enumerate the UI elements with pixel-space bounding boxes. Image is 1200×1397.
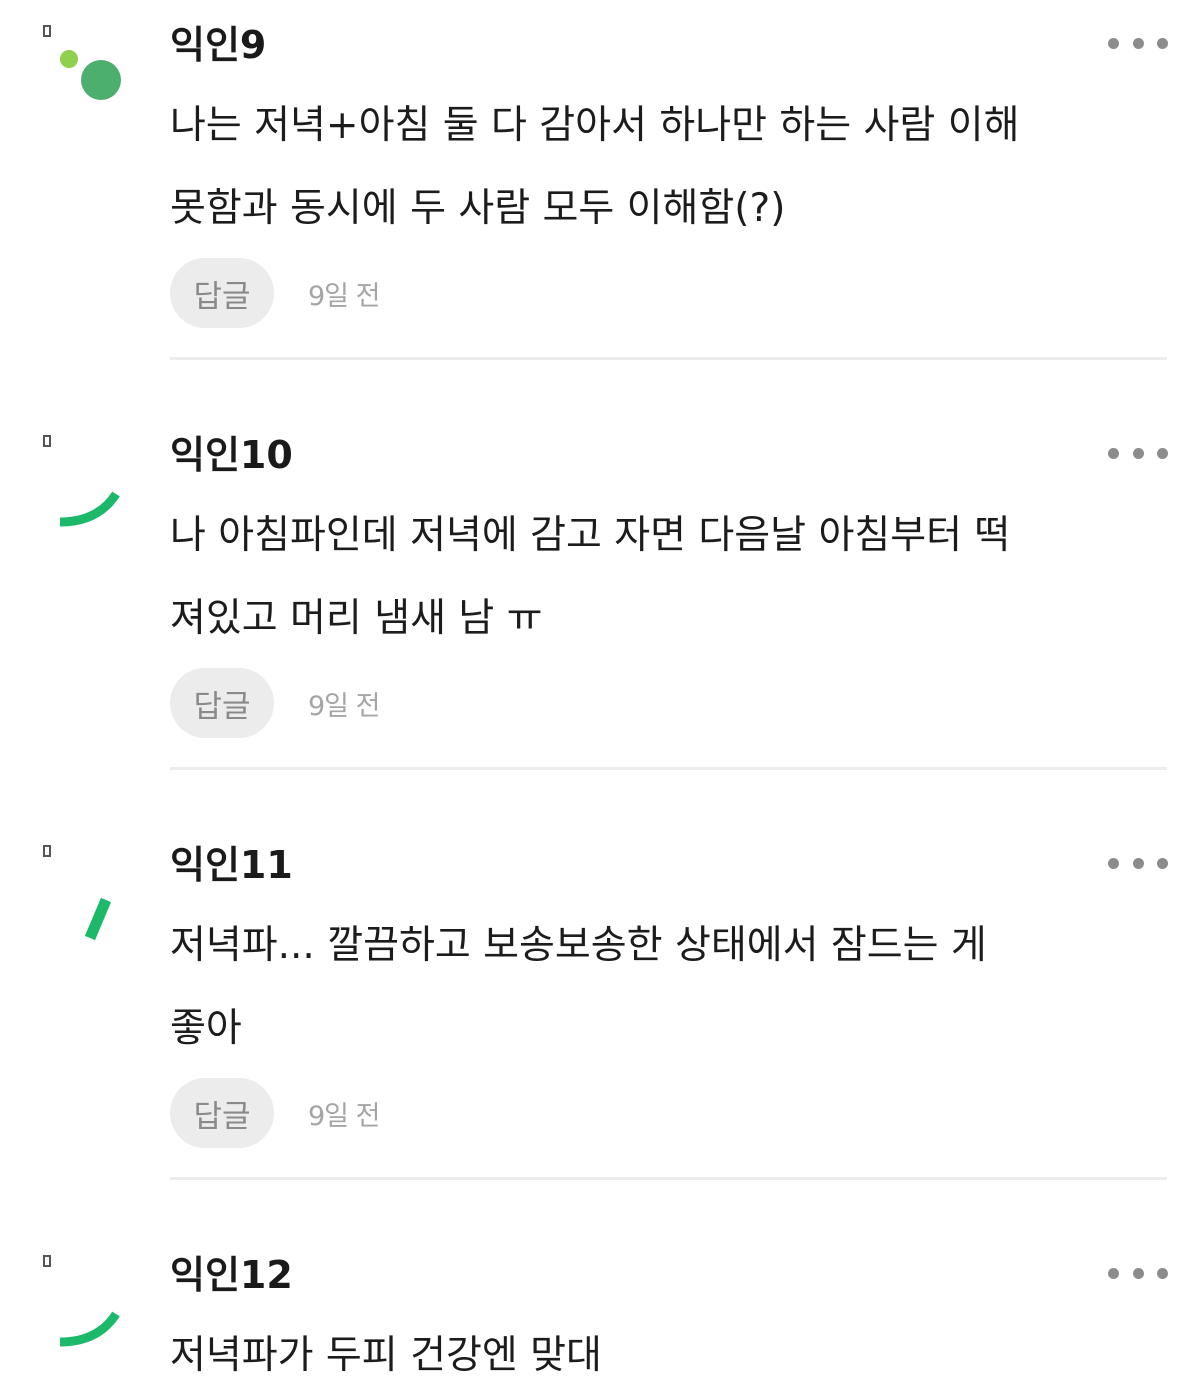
more-dot-icon [1157, 857, 1168, 869]
more-dot-icon [1108, 447, 1119, 459]
comment-meta: 답글 9일 전 [170, 1078, 380, 1148]
more-options-button[interactable] [1108, 1258, 1168, 1288]
more-dot-icon [1132, 447, 1144, 459]
two-dots-icon [43, 25, 121, 100]
comment-line: 나는 저녁+아침 둘 다 감아서 하나만 하는 사람 이해 [170, 103, 1020, 148]
more-dot-icon [1157, 1267, 1168, 1279]
more-dot-icon [1132, 857, 1144, 869]
more-dot-icon [1157, 37, 1168, 49]
timestamp: 9일 전 [308, 1100, 380, 1132]
reply-button[interactable]: 답글 [170, 668, 274, 738]
more-dot-icon [1132, 37, 1144, 49]
more-options-button[interactable] [1108, 28, 1168, 58]
more-options-button[interactable] [1108, 848, 1168, 878]
timestamp: 9일 전 [308, 280, 380, 312]
arc-icon [43, 1255, 120, 1347]
comment-line: 나 아침파인데 저녁에 감고 자면 다음날 아침부터 떡 [170, 513, 1011, 558]
comment-line: 좋아 [170, 1006, 242, 1051]
avatar[interactable] [38, 24, 134, 120]
reply-button[interactable]: 답글 [170, 258, 274, 328]
timestamp: 9일 전 [308, 690, 380, 722]
comment-line: 저녁파... 깔끔하고 보송보송한 상태에서 잠드는 게 [170, 923, 987, 968]
comment-line: 못함과 동시에 두 사람 모두 이해함(?) [170, 186, 786, 231]
comment-meta: 답글 9일 전 [170, 258, 380, 328]
more-dot-icon [1132, 1267, 1144, 1279]
more-dot-icon [1108, 37, 1119, 49]
comment-line: 저녁파가 두피 건강엔 맞대 [170, 1333, 602, 1378]
nickname[interactable]: 익인12 [170, 1252, 293, 1298]
nickname[interactable]: 익인10 [170, 432, 293, 478]
comment-line: 져있고 머리 냄새 남 ㅠ [170, 596, 543, 641]
more-dot-icon [1157, 447, 1168, 459]
comment-text: 나는 저녁+아침 둘 다 감아서 하나만 하는 사람 이해 못함과 동시에 두 … [170, 84, 1160, 250]
nickname[interactable]: 익인11 [170, 842, 293, 888]
comment-text: 저녁파... 깔끔하고 보송보송한 상태에서 잠드는 게 좋아 [170, 904, 1160, 1070]
more-options-button[interactable] [1108, 438, 1168, 468]
divider [170, 767, 1167, 770]
avatar[interactable] [38, 434, 134, 530]
avatar[interactable] [38, 844, 134, 940]
comment-text: 나 아침파인데 저녁에 감고 자면 다음날 아침부터 떡 져있고 머리 냄새 남… [170, 494, 1160, 660]
divider [170, 357, 1167, 360]
nickname[interactable]: 익인9 [170, 22, 266, 68]
divider [170, 1177, 1167, 1180]
arc-icon [43, 435, 120, 527]
comment-text: 저녁파가 두피 건강엔 맞대 [170, 1314, 1160, 1397]
more-dot-icon [1108, 857, 1119, 869]
avatar[interactable] [38, 1254, 134, 1350]
slash-icon [43, 845, 112, 940]
reply-button[interactable]: 답글 [170, 1078, 274, 1148]
comment-meta: 답글 9일 전 [170, 668, 380, 738]
more-dot-icon [1108, 1267, 1119, 1279]
